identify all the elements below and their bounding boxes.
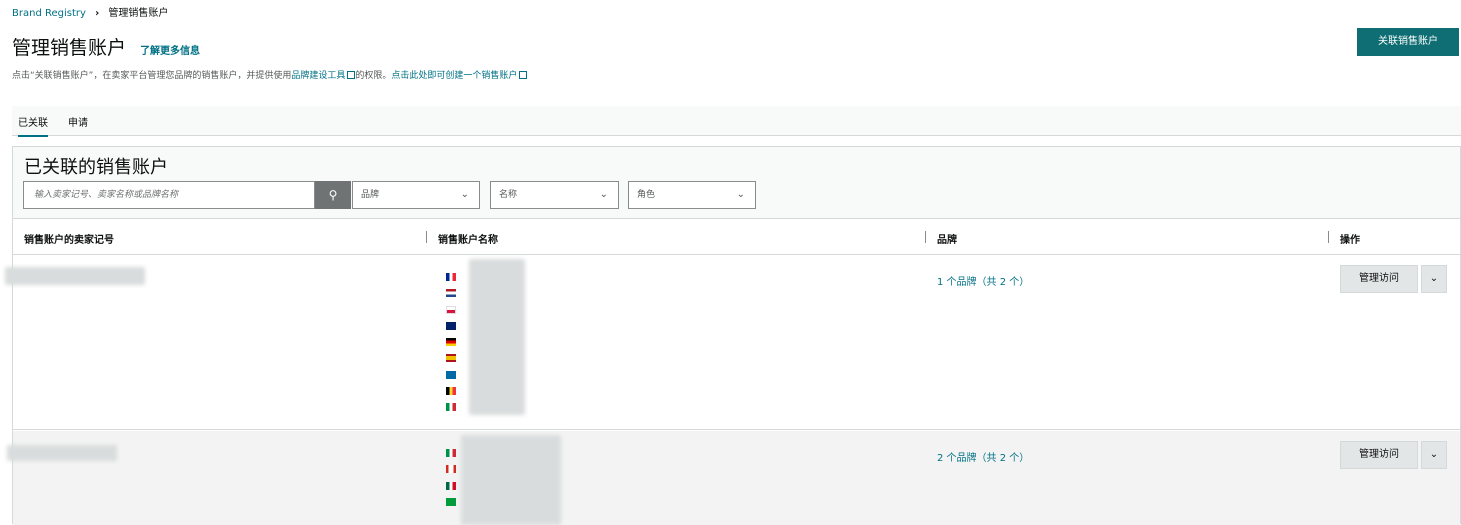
manage-access-group: 管理访问 ⌄: [1340, 441, 1447, 469]
brand-filter-label: 品牌: [361, 190, 380, 200]
flag-be-icon: [446, 387, 456, 395]
flag-se-icon: [446, 371, 456, 379]
search-icon: ⚲: [328, 188, 338, 202]
panel-header: 已关联的销售账户 输入卖家记号、卖家名称或品牌名称 ⚲ 品牌 ⌄ 名称 ⌄ 角色…: [13, 147, 1460, 219]
linked-accounts-panel: 已关联的销售账户 输入卖家记号、卖家名称或品牌名称 ⚲ 品牌 ⌄ 名称 ⌄ 角色…: [5, 146, 1461, 525]
manage-access-dropdown[interactable]: ⌄: [1421, 265, 1447, 293]
external-link-icon: [519, 71, 528, 79]
breadcrumb-separator: ›: [95, 8, 100, 19]
create-account-link[interactable]: 点击此处即可创建一个销售账户: [391, 71, 517, 81]
flag-fr-icon: [446, 273, 456, 281]
search-button[interactable]: ⚲: [315, 181, 351, 209]
panel-title: 已关联的销售账户: [24, 157, 168, 178]
col-seller-token[interactable]: 销售账户的卖家记号: [24, 231, 114, 246]
breadcrumb: Brand Registry › 管理销售账户: [12, 4, 168, 19]
redacted-account-name: [469, 259, 525, 415]
col-account-name[interactable]: 销售账户名称: [438, 231, 498, 246]
page-description: 点击“关联销售账户”，在卖家平台管理您品牌的销售账户，并提供使用品牌建设工具 的权…: [12, 68, 528, 81]
flag-nl-icon: [446, 289, 456, 297]
brands-count-link[interactable]: 1 个品牌（共 2 个）: [937, 273, 1029, 288]
chevron-down-icon: ⌄: [736, 189, 745, 200]
manage-access-dropdown[interactable]: ⌄: [1421, 441, 1447, 469]
flag-br-icon: [446, 498, 456, 506]
link-sales-account-button[interactable]: 关联销售账户: [1357, 28, 1459, 56]
table-row: 1 个品牌（共 2 个） 管理访问 ⌄: [5, 255, 1460, 430]
flag-it-icon: [446, 449, 456, 457]
col-brand[interactable]: 品牌: [937, 231, 957, 246]
chevron-down-icon: ⌄: [1429, 449, 1439, 460]
chevron-down-icon: ⌄: [460, 189, 469, 200]
brands-count-link[interactable]: 2 个品牌（共 2 个）: [937, 449, 1029, 464]
brand-tools-link[interactable]: 品牌建设工具: [291, 71, 345, 81]
name-filter-label: 名称: [499, 190, 518, 200]
manage-access-button[interactable]: 管理访问: [1340, 265, 1418, 293]
column-divider: [426, 231, 427, 243]
search-input[interactable]: 输入卖家记号、卖家名称或品牌名称: [23, 181, 315, 209]
manage-access-group: 管理访问 ⌄: [1340, 265, 1447, 293]
column-divider: [1328, 231, 1329, 243]
table-header: 销售账户的卖家记号 销售账户名称 品牌 操作: [13, 219, 1460, 255]
tab-requests[interactable]: 申请: [68, 114, 88, 135]
role-filter-select[interactable]: 角色 ⌄: [628, 181, 756, 209]
manage-access-button[interactable]: 管理访问: [1340, 441, 1418, 469]
page-title-row: 管理销售账户 了解更多信息: [12, 33, 200, 60]
chevron-down-icon: ⌄: [1429, 273, 1439, 284]
redacted-seller-token: [7, 445, 117, 461]
redacted-seller-token: [5, 267, 145, 285]
flag-it-icon: [446, 403, 456, 411]
name-filter-select[interactable]: 名称 ⌄: [490, 181, 619, 209]
breadcrumb-root-link[interactable]: Brand Registry: [12, 8, 86, 19]
flag-de-icon: [446, 338, 456, 346]
breadcrumb-current: 管理销售账户: [108, 8, 169, 19]
redacted-account-name: [461, 435, 561, 525]
flag-mx-icon: [446, 482, 456, 490]
description-text: 点击“关联销售账户”，在卖家平台管理您品牌的销售账户，并提供使用: [12, 71, 292, 81]
role-filter-label: 角色: [637, 190, 656, 200]
flag-es-icon: [446, 354, 456, 362]
col-actions: 操作: [1340, 235, 1360, 246]
column-divider: [925, 231, 926, 243]
brand-filter-select[interactable]: 品牌 ⌄: [352, 181, 480, 209]
flag-pl-icon: [446, 306, 456, 314]
flag-ca-icon: [446, 465, 456, 473]
tabs-bar: 已关联 申请: [12, 106, 1461, 137]
description-text-2: 的权限。: [355, 71, 392, 81]
tab-linked[interactable]: 已关联: [18, 114, 48, 137]
learn-more-link[interactable]: 了解更多信息: [140, 46, 200, 57]
page-title: 管理销售账户: [12, 37, 127, 59]
flag-uk-icon: [446, 322, 456, 330]
table-row: 2 个品牌（共 2 个） 管理访问 ⌄: [7, 431, 1460, 525]
chevron-down-icon: ⌄: [599, 189, 608, 200]
